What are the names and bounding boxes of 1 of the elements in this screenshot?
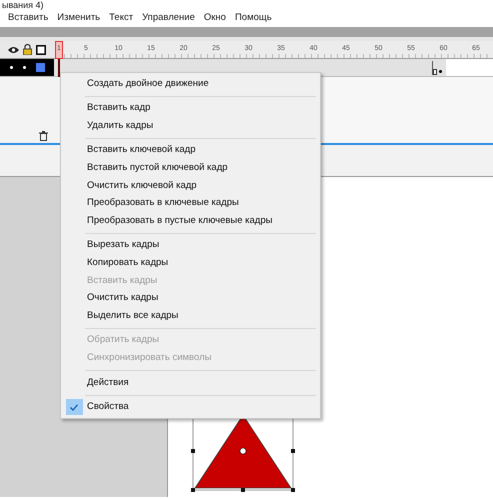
window-title: ывания 4) <box>2 0 44 10</box>
